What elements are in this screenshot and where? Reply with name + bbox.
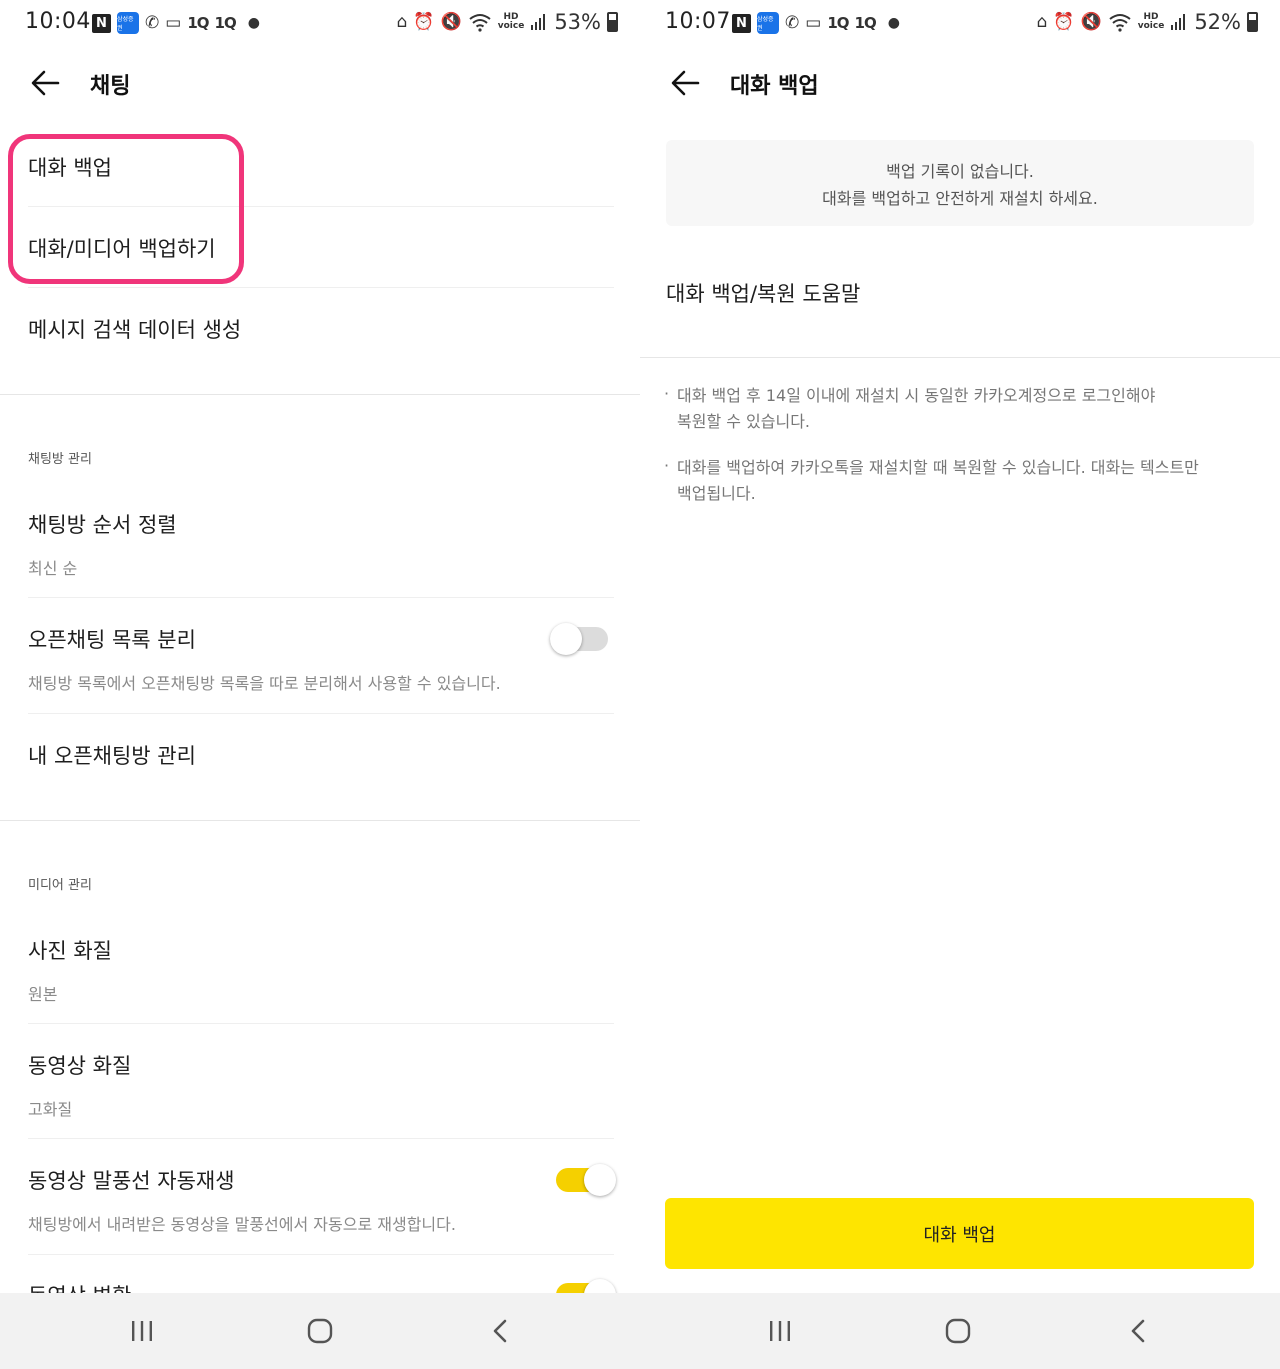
whowho-call-icon: ✆ [785,13,800,33]
notice-line-2: 대화를 백업하고 안전하게 재설치 하세요. [822,189,1098,208]
divider [28,1138,614,1139]
video-autoplay-desc: 채팅방에서 내려받은 동영상을 말풍선에서 자동으로 재생합니다. [28,1215,456,1234]
nav-back-button[interactable] [1118,1313,1158,1349]
search-data-item[interactable]: 메시지 검색 데이터 생성 [28,314,614,344]
home-icon [307,1318,333,1344]
hd-voice-icon: HD voice [497,12,525,31]
section-divider [0,820,640,821]
home-button[interactable] [938,1313,978,1349]
section-divider [0,394,640,395]
open-chat-split-toggle[interactable] [550,623,608,655]
battery-percent: 52% [1194,10,1241,34]
my-open-chat-item[interactable]: 내 오픈채팅방 관리 [28,740,614,770]
app-bar: 채팅 [0,52,640,112]
search-data-label: 메시지 검색 데이터 생성 [28,318,242,342]
nav-back-button[interactable] [480,1313,520,1349]
back-arrow-icon[interactable] [28,66,64,100]
signal-icon [531,14,546,30]
video-quality-item[interactable]: 동영상 화질 고화질 [28,1050,614,1120]
status-time: 10:04 [25,9,91,34]
mute-icon: 🔇 [440,12,462,32]
back-arrow-icon[interactable] [668,66,704,100]
nav-back-icon [1131,1319,1145,1343]
open-chat-split-title: 오픈채팅 목록 분리 [28,628,196,652]
naver-notification-icon: N [92,13,111,33]
section-label-media: 미디어 관리 [28,878,92,893]
divider [28,287,614,288]
more-notifications-dot-icon: ● [247,15,260,31]
status-time: 10:07 [665,9,731,34]
app-1q-icon: 1Q [854,14,877,32]
app-1q-icon: 1Q [214,14,237,32]
recent-apps-button[interactable] [760,1313,800,1349]
photo-quality-value: 원본 [28,985,58,1004]
samsung-securities-icon: 삼성증권 [117,12,139,34]
divider [28,597,614,598]
divider [28,713,614,714]
divider [28,1023,614,1024]
open-chat-split-desc: 채팅방 목록에서 오픈채팅방 목록을 따로 분리해서 사용할 수 있습니다. [28,674,501,693]
alarm-icon: ⏰ [1053,12,1075,32]
video-autoplay-toggle[interactable] [556,1164,616,1196]
app-1q-icon: 1Q [187,14,209,32]
backup-restore-help-link[interactable]: 대화 백업/복원 도움말 [666,278,860,308]
home-icon [945,1318,971,1344]
home-button[interactable] [300,1313,340,1349]
status-bar: 10:04 N 삼성증권 ✆ ▭ 1Q 1Q ● ⌂ ⏰ 🔇 HD voice 5… [0,0,640,46]
card-icon: ▭ [805,13,822,33]
alarm-icon: ⏰ [413,12,435,32]
lock-clock-icon: ⌂ [396,12,408,32]
chat-backup-button[interactable]: 대화 백업 [665,1198,1254,1269]
info-bullet-1: 대화 백업 후 14일 이내에 재설치 시 동일한 카카오계정으로 로그인해야 … [664,381,1256,435]
divider [28,1254,614,1255]
my-open-chat-label: 내 오픈채팅방 관리 [28,744,196,768]
video-quality-value: 고화질 [28,1100,73,1119]
info-bullet-2: 대화를 백업하여 카카오톡을 재설치할 때 복원할 수 있습니다. 대화는 텍스… [664,453,1256,507]
wifi-icon [469,14,491,32]
page-title: 채팅 [90,74,131,99]
notice-line-1: 백업 기록이 없습니다. [886,162,1034,181]
photo-quality-item[interactable]: 사진 화질 원본 [28,935,614,1005]
page-title: 대화 백업 [730,74,819,99]
samsung-securities-icon: 삼성증권 [757,12,779,34]
system-nav-bar [640,1293,1280,1369]
mute-icon: 🔇 [1080,12,1102,32]
chat-room-sort-title: 채팅방 순서 정렬 [28,513,177,537]
open-chat-split-item[interactable]: 오픈채팅 목록 분리 채팅방 목록에서 오픈채팅방 목록을 따로 분리해서 사용… [28,624,614,694]
video-autoplay-title: 동영상 말풍선 자동재생 [28,1169,235,1193]
chat-room-sort-item[interactable]: 채팅방 순서 정렬 최신 순 [28,509,614,579]
whowho-call-icon: ✆ [145,13,160,33]
video-autoplay-item[interactable]: 동영상 말풍선 자동재생 채팅방에서 내려받은 동영상을 말풍선에서 자동으로 … [28,1165,614,1235]
photo-quality-title: 사진 화질 [28,939,112,963]
battery-percent: 53% [554,10,601,34]
nav-back-icon [493,1319,507,1343]
settings-chat-screen: 10:04 N 삼성증권 ✆ ▭ 1Q 1Q ● ⌂ ⏰ 🔇 HD voice 5… [0,0,640,1369]
recent-apps-icon [132,1321,152,1341]
signal-icon [1171,14,1186,30]
naver-notification-icon: N [732,13,751,33]
highlight-annotation-box [8,134,244,284]
wifi-icon [1109,14,1131,32]
system-nav-bar [0,1293,640,1369]
section-label-chat-room: 채팅방 관리 [28,452,92,467]
section-divider [640,357,1280,358]
recent-apps-button[interactable] [122,1313,162,1349]
chat-backup-screen: 10:07 N 삼성증권 ✆ ▭ 1Q 1Q ● ⌂ ⏰ 🔇 HD voice 5… [640,0,1280,1369]
more-notifications-dot-icon: ● [887,15,900,31]
recent-apps-icon [770,1321,790,1341]
no-backup-notice: 백업 기록이 없습니다. 대화를 백업하고 안전하게 재설치 하세요. [666,140,1254,226]
chat-room-sort-value: 최신 순 [28,559,78,578]
lock-clock-icon: ⌂ [1036,12,1048,32]
video-quality-title: 동영상 화질 [28,1054,132,1078]
app-1q-icon: 1Q [827,14,849,32]
battery-icon [1247,12,1258,32]
status-bar: 10:07 N 삼성증권 ✆ ▭ 1Q 1Q ● ⌂ ⏰ 🔇 HD voice 5… [640,0,1280,46]
card-icon: ▭ [165,13,182,33]
battery-icon [607,12,618,32]
hd-voice-icon: HD voice [1137,12,1165,31]
app-bar: 대화 백업 [640,52,1280,112]
